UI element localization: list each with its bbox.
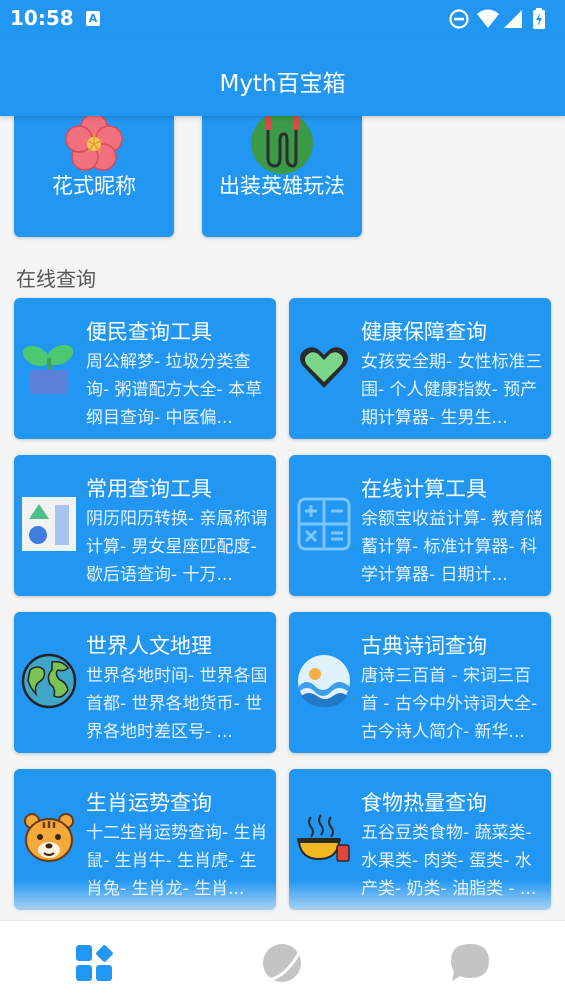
section-title: 在线查询 <box>16 267 96 291</box>
card-title: 世界人文地理 <box>86 634 212 658</box>
main-content[interactable]: 花式昵称 出装英雄玩法 在线查询 便民查询工具 周公解梦- 垃圾分类查询- 粥谱… <box>0 116 565 920</box>
nav-discover-planet-icon[interactable] <box>260 941 304 985</box>
card-title: 便民查询工具 <box>86 320 212 344</box>
calculator-icon <box>297 497 351 551</box>
card-common-tools[interactable]: 常用查询工具 阴历阳历转换- 亲属称谓计算- 男女星座匹配度- 歇后语查询- 十… <box>14 455 276 596</box>
card-description: 余额宝收益计算- 教育储蓄计算- 标准计算器- 科学计算器- 日期计... <box>361 509 543 585</box>
shapes-icon <box>22 497 76 551</box>
nav-messages-chat-bubble-icon[interactable] <box>448 941 492 985</box>
card-description: 世界各地时间- 世界各国首都- 世界各地货币- 世界各地时差区号- ... <box>86 666 268 742</box>
status-bar: 10:58 A <box>0 0 565 38</box>
card-title: 健康保障查询 <box>361 320 487 344</box>
potted-plant-icon <box>22 344 74 394</box>
card-description: 周公解梦- 垃圾分类查询- 粥谱配方大全- 本草纲目查询- 中医偏... <box>86 352 263 428</box>
cell-signal-icon <box>504 10 522 28</box>
card-title: 食物热量查询 <box>361 791 487 815</box>
flower-icon <box>65 116 123 171</box>
status-time: 10:58 <box>10 6 74 30</box>
globe-icon <box>21 653 77 709</box>
battery-charging-icon <box>533 8 545 29</box>
heart-icon <box>300 347 348 388</box>
card-title: 生肖运势查询 <box>86 791 212 815</box>
card-world-geography[interactable]: 世界人文地理 世界各地时间- 世界各国首都- 世界各地货币- 世界各地时差区号-… <box>14 612 276 753</box>
sea-wave-icon <box>298 655 350 708</box>
app-title: Myth百宝箱 <box>219 71 346 97</box>
scroll-fade <box>0 880 565 920</box>
notification-app-icon: A <box>86 11 100 26</box>
card-title: 古典诗词查询 <box>361 634 487 658</box>
card-nickname[interactable]: 花式昵称 <box>14 116 174 237</box>
wifi-icon <box>477 9 499 28</box>
card-title: 在线计算工具 <box>361 477 487 501</box>
status-icons <box>449 8 545 29</box>
bottom-nav <box>0 920 565 1004</box>
card-convenience-tools[interactable]: 便民查询工具 周公解梦- 垃圾分类查询- 粥谱配方大全- 本草纲目查询- 中医偏… <box>14 298 276 439</box>
jump-rope-icon <box>251 116 313 174</box>
card-label: 花式昵称 <box>52 174 136 198</box>
card-description: 女孩安全期- 女性标准三围- 个人健康指数- 预产期计算器- 生男生... <box>361 352 543 428</box>
app-bar: Myth百宝箱 <box>0 38 565 116</box>
food-bowl-icon <box>297 814 350 862</box>
card-label: 出装英雄玩法 <box>219 174 345 198</box>
card-description: 阴历阳历转换- 亲属称谓计算- 男女星座匹配度- 歇后语查询- 十万... <box>86 509 268 585</box>
nav-home-grid-icon[interactable] <box>72 941 116 985</box>
card-classic-poetry[interactable]: 古典诗词查询 唐诗三百首 - 宋词三百首 - 古今中外诗词大全- 古今诗人简介-… <box>289 612 551 753</box>
card-online-calculator[interactable]: 在线计算工具 余额宝收益计算- 教育储蓄计算- 标准计算器- 科学计算器- 日期… <box>289 455 551 596</box>
card-health[interactable]: 健康保障查询 女孩安全期- 女性标准三围- 个人健康指数- 预产期计算器- 生男… <box>289 298 551 439</box>
do-not-disturb-icon <box>449 9 469 29</box>
tiger-icon <box>24 813 74 862</box>
card-hero-builds[interactable]: 出装英雄玩法 <box>202 116 362 237</box>
card-description: 唐诗三百首 - 宋词三百首 - 古今中外诗词大全- 古今诗人简介- 新华... <box>361 666 538 742</box>
card-title: 常用查询工具 <box>86 477 212 501</box>
